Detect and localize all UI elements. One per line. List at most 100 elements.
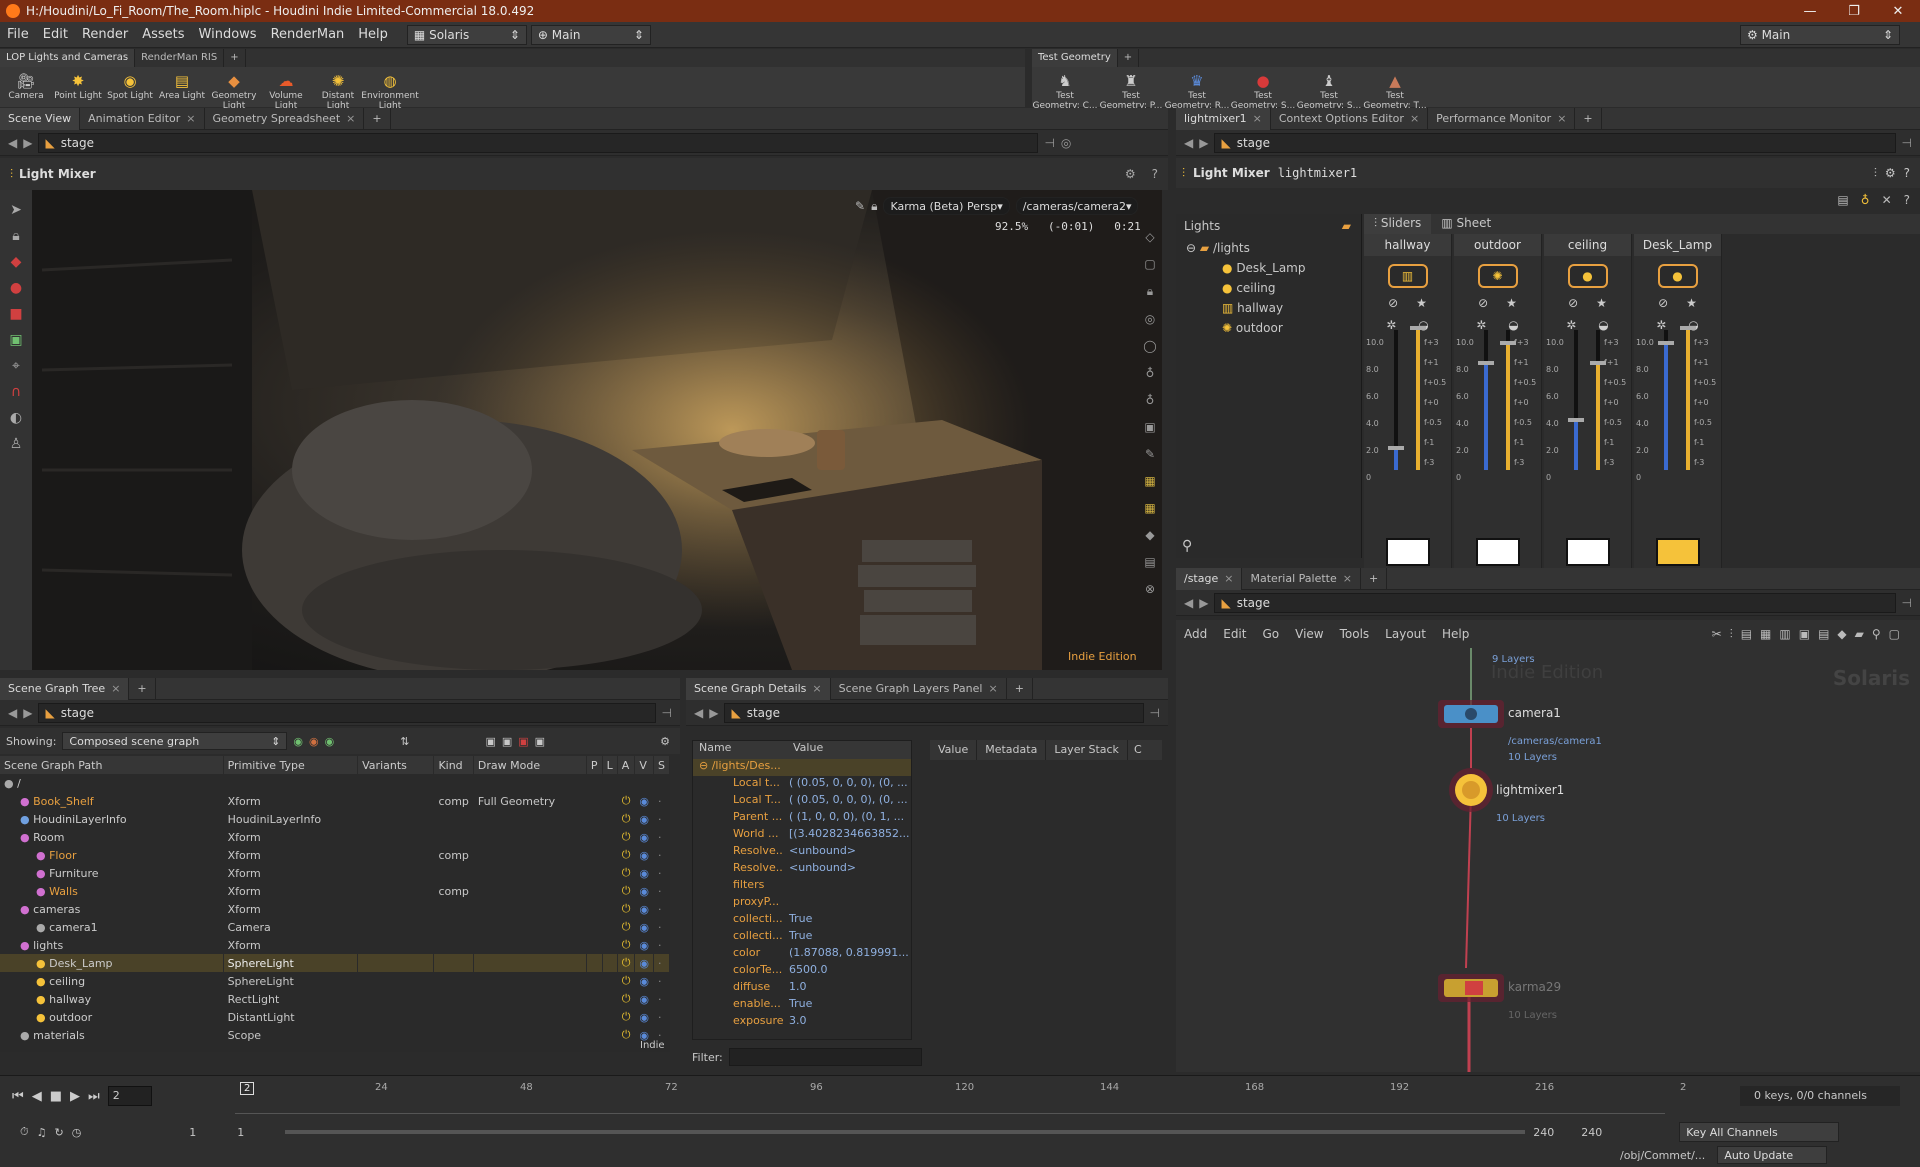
add-shelf-tab-icon[interactable]: + [224, 49, 246, 67]
close-icon[interactable]: ⊗ [1145, 582, 1155, 596]
tab-metadata[interactable]: Metadata [977, 740, 1047, 760]
details-row[interactable]: Parent ...( (1, 0, 0, 0), (0, 1, ... [693, 810, 911, 827]
tool-test-geometry-4[interactable]: ● Test Geometry: S... [1230, 71, 1296, 112]
loop-icon[interactable]: ↻ [54, 1126, 63, 1139]
stop-icon[interactable]: ■ [50, 1089, 62, 1104]
gear-icon[interactable]: ⚙ [1885, 166, 1896, 180]
lights-tree-item[interactable]: ● ceiling [1186, 278, 1361, 298]
back-arrow-icon[interactable]: ◀ [1184, 136, 1193, 150]
table-row[interactable]: ● Room Xform ⏻ ◉ · [0, 828, 670, 846]
filter-icon[interactable]: ◉ [309, 735, 319, 748]
menu-render[interactable]: Render [75, 27, 135, 42]
visibility-eye-icon[interactable]: ◉ [634, 882, 655, 900]
maximize-button[interactable]: ❐ [1832, 4, 1876, 19]
network-path-field[interactable]: ◣ stage [1214, 592, 1896, 613]
display-option-icon[interactable]: ✎ [1145, 447, 1155, 461]
gear-icon[interactable]: ⚙ [1125, 167, 1136, 181]
add-pane-tab-icon[interactable]: + [1361, 567, 1388, 590]
showing-dropdown[interactable]: Composed scene graph ⇕ [62, 732, 288, 750]
details-row[interactable]: collecti... True [693, 912, 911, 929]
table-row[interactable]: ● ceiling SphereLight ⏻ ◉ · [0, 972, 670, 990]
filter-input[interactable] [728, 1048, 922, 1066]
solo-dot-icon[interactable]: · [653, 810, 670, 828]
network-canvas[interactable]: Indie Edition Solaris 9 Layers camera1 /… [1176, 648, 1920, 1072]
table-row[interactable]: ● lights Xform ⏻ ◉ · [0, 936, 670, 954]
visibility-eye-icon[interactable]: ◉ [634, 846, 655, 864]
bulb-icon[interactable]: ♁ [1146, 366, 1155, 380]
solo-dot-icon[interactable]: · [653, 990, 670, 1008]
intensity-slider[interactable] [1478, 330, 1494, 470]
visibility-eye-icon[interactable]: ◉ [634, 936, 655, 954]
handle-tool-icon[interactable]: ⌖ [12, 358, 20, 374]
sliders-icon[interactable]: ⫶ [1874, 166, 1877, 181]
solo-dot-icon[interactable]: · [653, 918, 670, 936]
activate-toggle-icon[interactable]: ⏻ [617, 846, 636, 864]
exposure-slider[interactable] [1500, 330, 1516, 470]
tab-c[interactable]: C [1128, 740, 1148, 760]
solo-dot-icon[interactable]: · [653, 954, 670, 972]
viewport[interactable] [32, 190, 1162, 670]
visibility-eye-icon[interactable]: ◉ [634, 1008, 655, 1026]
lights-tree-item[interactable]: ● Desk_Lamp [1186, 258, 1361, 278]
activate-toggle-icon[interactable]: ⏻ [617, 1008, 636, 1026]
audio-icon[interactable]: ♫ [37, 1126, 47, 1139]
solo-dot-icon[interactable]: · [653, 900, 670, 918]
add-pane-tab-icon[interactable]: + [364, 107, 391, 130]
jump-end-icon[interactable]: ⏭ [88, 1089, 100, 1104]
table-row[interactable]: ● Furniture Xform ⏻ ◉ · [0, 864, 670, 882]
tab-scene-graph-layers[interactable]: Scene Graph Layers Panel × [831, 677, 1007, 700]
table-row[interactable]: ● outdoor DistantLight ⏻ ◉ · [0, 1008, 670, 1026]
net-menu-go[interactable]: Go [1254, 627, 1287, 641]
col-v[interactable]: V [634, 756, 655, 774]
display-option-icon[interactable]: ◆ [1145, 528, 1154, 542]
node-camera1[interactable]: camera1 [1508, 706, 1561, 720]
activate-toggle-icon[interactable]: ⏻ [617, 792, 636, 810]
details-row[interactable]: filters [693, 878, 911, 895]
tool-point-light[interactable]: ✸ Point Light [52, 71, 104, 102]
visibility-eye-icon[interactable]: ◉ [634, 810, 655, 828]
range-slider[interactable] [285, 1130, 1526, 1134]
visibility-eye-icon[interactable]: ◉ [634, 972, 655, 990]
tab-value[interactable]: Value [930, 740, 978, 760]
visibility-eye-icon[interactable] [634, 774, 655, 792]
light-color-swatch[interactable] [1566, 538, 1610, 566]
details-root-row[interactable]: ⊖ /lights/Des... [693, 759, 911, 776]
help-icon[interactable]: ? [1152, 167, 1158, 181]
mute-icon[interactable]: ⊘ [1568, 296, 1578, 310]
tab-scene-graph-tree[interactable]: Scene Graph Tree × [0, 677, 130, 700]
details-row[interactable]: colorTe... 6500.0 [693, 963, 911, 980]
scene-graph-path-field[interactable]: ◣ stage [38, 702, 656, 723]
mute-icon[interactable]: ⊘ [1478, 296, 1488, 310]
current-frame-field[interactable]: 2 [107, 1086, 152, 1106]
shelf-tab-renderman[interactable]: RenderMan RIS [135, 49, 225, 67]
close-icon[interactable]: ✕ [1882, 193, 1892, 207]
details-row[interactable]: Local t...( (0.05, 0, 0, 0), (0, ... [693, 776, 911, 793]
activate-toggle-icon[interactable]: ⏻ [617, 882, 636, 900]
tool-environment-light[interactable]: ◍ Environment Light [361, 71, 418, 112]
right-desktop-dropdown[interactable]: ⚙ Main ⇕ [1740, 24, 1900, 45]
lights-tree-item[interactable]: ✺ outdoor [1186, 318, 1361, 338]
details-row[interactable]: World ... [(3.4028234663852... [693, 827, 911, 844]
back-arrow-icon[interactable]: ◀ [1184, 596, 1193, 610]
display-option-icon[interactable]: ▣ [1144, 420, 1155, 434]
step-back-icon[interactable]: ◀ [32, 1089, 42, 1104]
visibility-eye-icon[interactable]: ◉ [634, 900, 655, 918]
view-option-icon[interactable]: ▣ [502, 735, 512, 748]
net-menu-edit[interactable]: Edit [1215, 627, 1254, 641]
forward-arrow-icon[interactable]: ▶ [1199, 596, 1208, 610]
mute-icon[interactable]: ⊘ [1388, 296, 1398, 310]
light-color-swatch[interactable] [1656, 538, 1700, 566]
view-option-icon[interactable]: ▣ [518, 735, 528, 748]
solo-star-icon[interactable]: ★ [1416, 296, 1427, 310]
strip-light-icon[interactable]: ● [1567, 264, 1608, 288]
activate-toggle-icon[interactable]: ⏻ [617, 900, 636, 918]
details-path-field[interactable]: ◣ stage [724, 702, 1144, 723]
range-end-field[interactable]: 240 [1533, 1126, 1573, 1139]
pin-icon[interactable]: ⊣ [662, 706, 672, 720]
forward-arrow-icon[interactable]: ▶ [23, 706, 32, 720]
solo-dot-icon[interactable]: · [653, 1008, 670, 1026]
solo-dot-icon[interactable]: · [653, 972, 670, 990]
visibility-eye-icon[interactable]: ◉ [634, 864, 655, 882]
col-p[interactable]: P [586, 756, 603, 774]
tool-test-geometry-5[interactable]: ♝ Test Geometry: S... [1296, 71, 1362, 112]
